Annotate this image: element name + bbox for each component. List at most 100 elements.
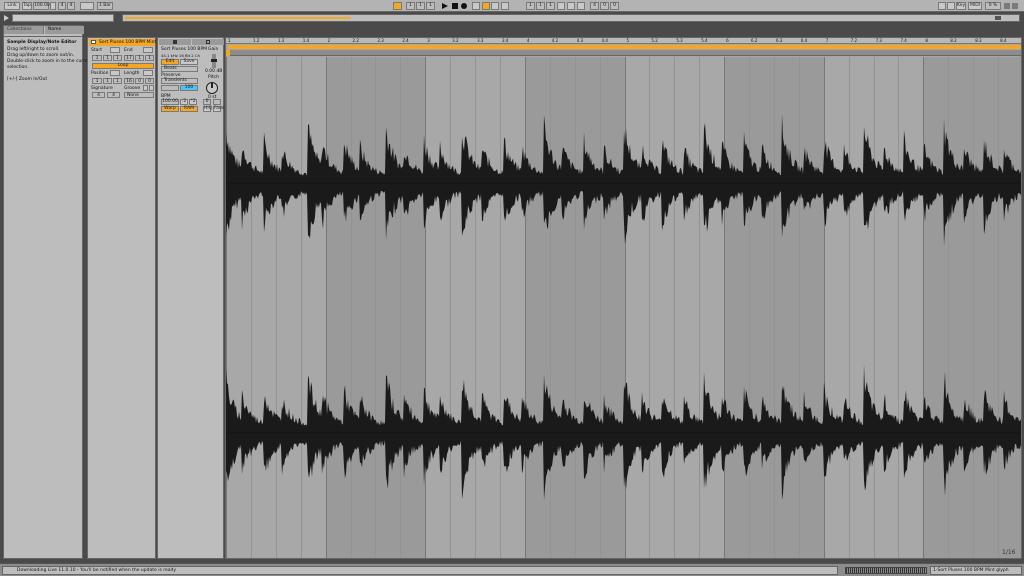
- clip-name-bar[interactable]: Sort Pluses 100 BPM Mint: [89, 39, 156, 46]
- end-sixteenth-field[interactable]: 1: [145, 55, 154, 61]
- ruler-tick-label: 8.4: [1000, 38, 1007, 43]
- info-view: Sample Display/Note Editor Drag left/rig…: [3, 36, 92, 559]
- draw-mode-button[interactable]: [938, 2, 946, 10]
- ruler-tick-label: 8.3: [975, 38, 982, 43]
- computer-keyboard-button[interactable]: [947, 2, 955, 10]
- end-bar-field[interactable]: 17: [124, 55, 134, 61]
- loop-start-bar[interactable]: 1: [526, 2, 535, 10]
- ram-button[interactable]: RAM: [180, 106, 198, 112]
- ruler-tick-label: 3.3: [477, 38, 484, 43]
- position-bar-field[interactable]: 1: [92, 78, 102, 84]
- save-button[interactable]: Save: [180, 59, 198, 65]
- quantize-menu[interactable]: 1 Bar: [97, 2, 113, 10]
- loop-button[interactable]: Loop: [92, 63, 154, 69]
- session-record-button[interactable]: [501, 2, 509, 10]
- set-position-button[interactable]: [110, 70, 120, 76]
- end-beat-field[interactable]: 1: [135, 55, 144, 61]
- position-bar[interactable]: 1: [406, 2, 415, 10]
- position-beat[interactable]: 1: [416, 2, 425, 10]
- key-map-button[interactable]: Key: [956, 2, 966, 10]
- play-icon[interactable]: [442, 3, 448, 9]
- nudge-down-button[interactable]: [50, 2, 56, 10]
- warp-marker-strip[interactable]: [226, 50, 1021, 56]
- start-bar-field[interactable]: 1: [92, 55, 102, 61]
- loop-switch[interactable]: [557, 2, 565, 10]
- start-beat-field[interactable]: 1: [103, 55, 112, 61]
- set-end-button[interactable]: [143, 47, 153, 53]
- double-tempo-button[interactable]: *2: [189, 99, 197, 105]
- envelope-tab-header[interactable]: [192, 39, 224, 45]
- overdub-button[interactable]: [472, 2, 480, 10]
- follow-button[interactable]: [393, 2, 402, 10]
- clip-activator-icon[interactable]: [91, 40, 96, 44]
- time-sig-denominator[interactable]: 4: [67, 2, 75, 10]
- browser-toggle-icon[interactable]: [4, 15, 9, 21]
- ruler-tick-label: 5: [626, 38, 630, 43]
- gain-slider-handle[interactable]: [211, 59, 217, 62]
- seg-bpm-field[interactable]: 100.00: [161, 99, 179, 105]
- loop-length-beat[interactable]: 0: [600, 2, 609, 10]
- punch-out-button[interactable]: [577, 2, 585, 10]
- fade-button[interactable]: Fade: [213, 106, 225, 112]
- ruler-tick-label: 7.3: [875, 38, 882, 43]
- signature-denominator-field[interactable]: 4: [107, 92, 120, 98]
- metronome-button[interactable]: [80, 2, 94, 10]
- status-clip-box[interactable]: 1-Sort Pluses 100 BPM Mint glyph: [930, 566, 1022, 575]
- sample-tab-header[interactable]: [159, 39, 191, 45]
- transient-loop-mode-menu[interactable]: [161, 85, 179, 91]
- length-bar-field[interactable]: 16: [124, 78, 134, 84]
- ruler-tick-label: 2.4: [402, 38, 409, 43]
- punch-in-button[interactable]: [567, 2, 575, 10]
- length-beat-field[interactable]: 0: [135, 78, 144, 84]
- info-line: Drag left/right to scroll.: [7, 47, 60, 52]
- set-length-button[interactable]: [143, 70, 153, 76]
- overview-bar[interactable]: [122, 14, 1020, 22]
- length-sixteenth-field[interactable]: 0: [145, 78, 154, 84]
- stop-icon[interactable]: [452, 3, 458, 9]
- collections-header[interactable]: Collections: [4, 26, 44, 34]
- loop-brace[interactable]: [228, 45, 1021, 49]
- record-icon[interactable]: [461, 3, 467, 9]
- gain-slider[interactable]: [211, 54, 217, 68]
- set-start-button[interactable]: [110, 47, 120, 53]
- preserve-menu[interactable]: Transients: [161, 78, 198, 84]
- loop-start-sixteenth[interactable]: 1: [546, 2, 555, 10]
- edit-button[interactable]: Edit: [161, 59, 179, 65]
- position-sixteenth-field[interactable]: 1: [113, 78, 122, 84]
- groove-menu[interactable]: None: [124, 92, 154, 98]
- detune-field[interactable]: 0: [203, 99, 211, 105]
- tap-button[interactable]: Tap: [22, 2, 32, 10]
- beat-ruler[interactable]: 1 1.2 1.3 1.4 2 2.2 2.3 2.4 3 3.2 3.3 3.4 4 4.2 4.3 4.4…: [226, 38, 1021, 44]
- waveform-channel: [226, 364, 1021, 501]
- hiq-button[interactable]: HiQ: [203, 106, 212, 112]
- loop-start-beat[interactable]: 1: [536, 2, 545, 10]
- transpose-knob[interactable]: [206, 82, 218, 94]
- transient-envelope-field[interactable]: 100: [180, 85, 198, 91]
- position-beat-field[interactable]: 1: [103, 78, 112, 84]
- search-input[interactable]: [12, 14, 114, 22]
- automation-arm-button[interactable]: [482, 2, 490, 10]
- loop-length-bar[interactable]: 4: [590, 2, 599, 10]
- overview-visible-region[interactable]: [125, 17, 351, 19]
- signature-numerator-field[interactable]: 4: [92, 92, 105, 98]
- groove-hot-swap-button[interactable]: [143, 85, 148, 91]
- start-marker-icon[interactable]: [226, 50, 230, 56]
- link-button[interactable]: Link: [4, 2, 20, 10]
- groove-commit-button[interactable]: [149, 85, 154, 91]
- start-sixteenth-field[interactable]: 1: [113, 55, 122, 61]
- ruler-tick-label: 8.2: [950, 38, 957, 43]
- warp-mode-menu[interactable]: Beats: [161, 66, 198, 72]
- loop-length-sixteenth[interactable]: 0: [610, 2, 619, 10]
- name-column-header[interactable]: Name: [45, 26, 84, 34]
- sample-editor[interactable]: 1 1.2 1.3 1.4 2 2.2 2.3 2.4 3 3.2 3.3 3.4 4 4.2 4.3 4.4…: [225, 37, 1022, 559]
- warp-button[interactable]: Warp: [161, 106, 179, 112]
- half-tempo-button[interactable]: :2: [180, 99, 188, 105]
- cpu-load-meter: [845, 567, 927, 574]
- re-enable-automation-button[interactable]: [491, 2, 499, 10]
- position-sixteenth[interactable]: 1: [426, 2, 435, 10]
- detune-cents-field[interactable]: [213, 99, 221, 105]
- time-sig-numerator[interactable]: 4: [58, 2, 66, 10]
- tempo-field[interactable]: 100.00: [33, 2, 50, 10]
- midi-map-button[interactable]: MIDI: [968, 2, 982, 10]
- info-line: Drag up/down to zoom out/in.: [7, 53, 75, 58]
